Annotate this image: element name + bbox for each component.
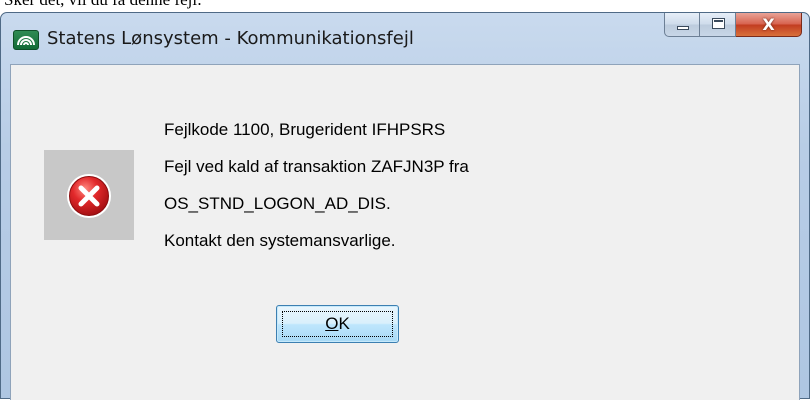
error-dialog-window: Statens Lønsystem - Kommunikationsfejl X bbox=[0, 12, 810, 400]
maximize-button[interactable] bbox=[700, 13, 736, 37]
message-line-2: Fejl ved kald af transaktion ZAFJN3P fra bbox=[164, 157, 469, 176]
ok-button-label: OK bbox=[325, 314, 350, 334]
dialog-body: Fejlkode 1100, Brugerident IFHPSRS Fejl … bbox=[10, 64, 800, 400]
ok-label-rest: K bbox=[338, 314, 350, 333]
focus-rectangle: OK bbox=[282, 311, 393, 337]
message-line-3: OS_STND_LOGON_AD_DIS. bbox=[164, 194, 391, 213]
window-title: Statens Lønsystem - Kommunikationsfejl bbox=[47, 28, 414, 49]
background-page-text: Sker det, vil du få denne fejl: bbox=[4, 0, 202, 10]
maximize-icon bbox=[712, 18, 725, 29]
caption-buttons: X bbox=[664, 13, 802, 37]
message-line-1: Fejlkode 1100, Brugerident IFHPSRS bbox=[164, 120, 446, 139]
error-icon-tile bbox=[44, 150, 134, 240]
minimize-button[interactable] bbox=[664, 13, 700, 37]
ok-button[interactable]: OK bbox=[276, 305, 399, 343]
close-icon: X bbox=[762, 15, 775, 34]
ok-accelerator-key: O bbox=[325, 314, 339, 333]
error-icon bbox=[67, 174, 111, 218]
close-button[interactable]: X bbox=[736, 13, 802, 37]
minimize-icon bbox=[677, 26, 689, 30]
message-line-4: Kontakt den systemansvarlige. bbox=[164, 231, 396, 250]
title-bar[interactable]: Statens Lønsystem - Kommunikationsfejl X bbox=[1, 13, 809, 65]
rainbow-logo-icon[interactable] bbox=[13, 30, 39, 50]
